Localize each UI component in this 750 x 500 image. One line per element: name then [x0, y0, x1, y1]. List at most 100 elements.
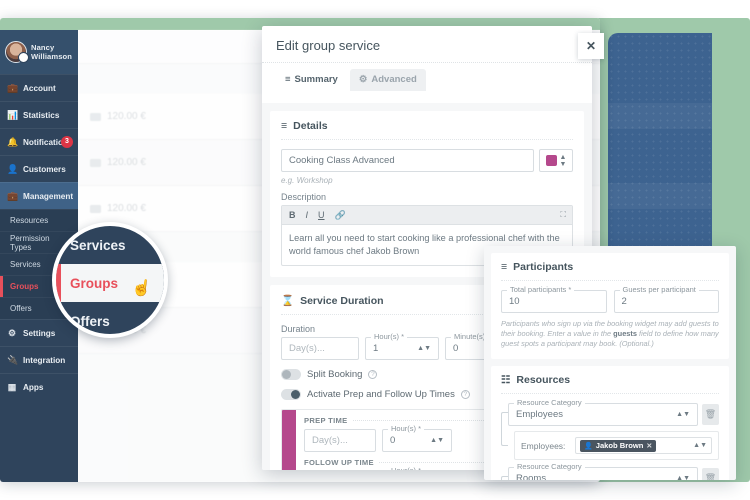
sidebar-user-name: Nancy Williamson — [31, 43, 72, 61]
panel-band — [608, 183, 712, 209]
bold-icon[interactable]: B — [289, 210, 296, 220]
ticket-icon — [90, 158, 101, 167]
gears-icon: ⚙ — [358, 74, 368, 85]
expand-icon[interactable]: ⛶ — [560, 210, 566, 220]
question-circle-icon[interactable]: ? — [460, 390, 470, 399]
participants-heading: ≡ Participants — [501, 261, 719, 281]
list-icon: ≡ — [285, 74, 291, 85]
sidebar-item-account[interactable]: 💼 Account — [0, 74, 78, 101]
resource-group: Resource Category Employees ▲▼ 🗑 Employe… — [501, 398, 719, 460]
details-heading-label: Details — [293, 120, 328, 132]
ticket-icon — [90, 204, 101, 213]
prep-hours-field: Hour(s) * 0 ▲▼ — [382, 424, 452, 452]
notifications-badge: 3 — [61, 136, 73, 148]
resource-category-row: Resource Category Rooms ▲▼ 🗑 — [508, 462, 719, 480]
resource-subrow: Employees: 👤 Jakob Brown ✕ ▲▼ — [514, 431, 719, 460]
underline-icon[interactable]: U — [318, 210, 325, 220]
tab-advanced[interactable]: ⚙ Advanced — [349, 69, 426, 91]
resources-icon: ☷ — [501, 374, 511, 386]
sidebar-item-apps[interactable]: ▦ Apps — [0, 373, 78, 400]
participants-heading-label: Participants — [513, 261, 574, 273]
close-icon[interactable]: ✕ — [578, 33, 604, 59]
tab-label: Advanced — [371, 74, 417, 85]
sidebar-item-statistics[interactable]: 📊 Statistics — [0, 101, 78, 128]
grid-icon: ▦ — [7, 381, 17, 392]
prep-hours-caption: Hour(s) * — [388, 424, 425, 433]
sidebar-item-customers[interactable]: 👤 Customers — [0, 155, 78, 182]
dialog-title: Edit group service — [262, 26, 592, 63]
tab-summary[interactable]: ≡ Summary — [276, 69, 347, 91]
sidebar-item-label: Integration — [23, 355, 66, 365]
followup-hours-caption: Hour(s) * — [388, 466, 425, 470]
description-label: Description — [281, 192, 327, 202]
sidebar-subitem-label: Services — [10, 260, 41, 269]
chevron-down-icon[interactable]: ▲▼ — [693, 442, 707, 449]
chart-bar-icon: 📊 — [7, 109, 19, 120]
duration-days-field: Day(s)... — [281, 337, 359, 360]
magnifier-lens: Services Groups Offers ☝ — [52, 222, 168, 338]
sidebar-user[interactable]: ✓ Nancy Williamson — [0, 30, 78, 74]
user-last-name: Williamson — [31, 52, 73, 61]
briefcase-icon: 💼 — [7, 82, 19, 93]
list-item-price: 120.00 € — [107, 111, 146, 122]
italic-icon[interactable]: I — [306, 210, 309, 220]
resource-tag[interactable]: 👤 Jakob Brown ✕ — [580, 439, 657, 452]
editor-toolbar: B I U 🔗 ⛶ — [282, 206, 572, 225]
magnified-item-label: Offers — [70, 313, 110, 329]
spinner-icon[interactable]: ▲▼ — [430, 437, 444, 444]
trash-icon[interactable]: 🗑 — [702, 468, 719, 480]
list-item-price: 120.00 € — [107, 157, 146, 168]
sidebar-subitem-label: Resources — [10, 216, 49, 225]
prep-times-label: Activate Prep and Follow Up Times — [307, 389, 455, 400]
service-name-hint: e.g. Workshop — [281, 176, 333, 185]
question-circle-icon[interactable]: ? — [368, 370, 378, 379]
total-participants-caption: Total participants * — [507, 285, 575, 294]
help-text-bold: guests — [613, 329, 637, 338]
service-name-row: Cooking Class Advanced ▲ ▼ — [281, 149, 573, 172]
briefcase-icon: 💼 — [7, 190, 19, 201]
guests-per-participant-caption: Guests per participant — [619, 285, 699, 294]
prep-days-field: Day(s)... — [304, 429, 376, 452]
followup-time-title-label: FOLLOW UP TIME — [304, 458, 374, 467]
total-participants-field: Total participants * 10 — [501, 285, 607, 313]
spinner-icon[interactable]: ▲▼ — [417, 345, 431, 352]
resource-tag-select[interactable]: 👤 Jakob Brown ✕ ▲▼ — [575, 437, 712, 454]
resource-sub-label: Employees: — [521, 440, 566, 451]
split-booking-label: Split Booking — [307, 369, 363, 380]
prep-times-toggle[interactable] — [281, 389, 301, 400]
chevron-down-icon[interactable]: ▲▼ — [676, 411, 690, 418]
resources-card: ☷ Resources Resource Category Employees … — [491, 366, 729, 480]
sidebar-item-notifications[interactable]: 🔔 Notifications 3 — [0, 128, 78, 155]
sidebar-item-label: Customers — [23, 164, 66, 174]
remove-tag-icon[interactable]: ✕ — [646, 442, 652, 450]
participants-fields: Total participants * 10 Guests per parti… — [501, 285, 719, 313]
split-booking-toggle[interactable] — [281, 369, 301, 380]
prep-days-input[interactable]: Day(s)... — [304, 429, 376, 452]
resource-category-field: Resource Category Employees ▲▼ — [508, 398, 698, 426]
resource-category-value: Rooms — [516, 473, 547, 480]
magnified-item-offers[interactable]: Offers — [56, 302, 164, 334]
resource-group: Resource Category Rooms ▲▼ 🗑 Rooms: 🚪 Ro… — [501, 462, 719, 480]
link-icon[interactable]: 🔗 — [335, 210, 346, 221]
service-color-picker[interactable]: ▲ ▼ — [539, 149, 573, 172]
resource-category-caption: Resource Category — [514, 462, 585, 471]
sidebar-item-label: Apps — [23, 382, 44, 392]
participants-help-text: Participants who sign up via the booking… — [501, 319, 719, 349]
sidebar-item-label: Settings — [23, 328, 56, 338]
magnified-item-services[interactable]: Services — [56, 226, 164, 264]
sidebar-item-management[interactable]: 💼 Management — [0, 182, 78, 209]
sidebar-item-integration[interactable]: 🔌 Integration — [0, 346, 78, 373]
resource-category-value: Employees — [516, 409, 563, 420]
resource-category-caption: Resource Category — [514, 398, 585, 407]
hourglass-icon: ⌛ — [281, 295, 295, 307]
service-name-input[interactable]: Cooking Class Advanced — [281, 149, 534, 172]
sidebar-item-label: Account — [23, 83, 56, 93]
chevron-down-icon[interactable]: ▲▼ — [676, 475, 690, 480]
duration-days-input[interactable]: Day(s)... — [281, 337, 359, 360]
gears-icon: ⚙ — [7, 327, 17, 338]
duration-hours-field: Hour(s) * 1 ▲▼ — [365, 332, 439, 360]
panel-band — [608, 103, 712, 129]
trash-icon[interactable]: 🗑 — [702, 404, 719, 425]
resources-heading-label: Resources — [516, 374, 571, 386]
sliders-icon: ≡ — [281, 120, 288, 132]
